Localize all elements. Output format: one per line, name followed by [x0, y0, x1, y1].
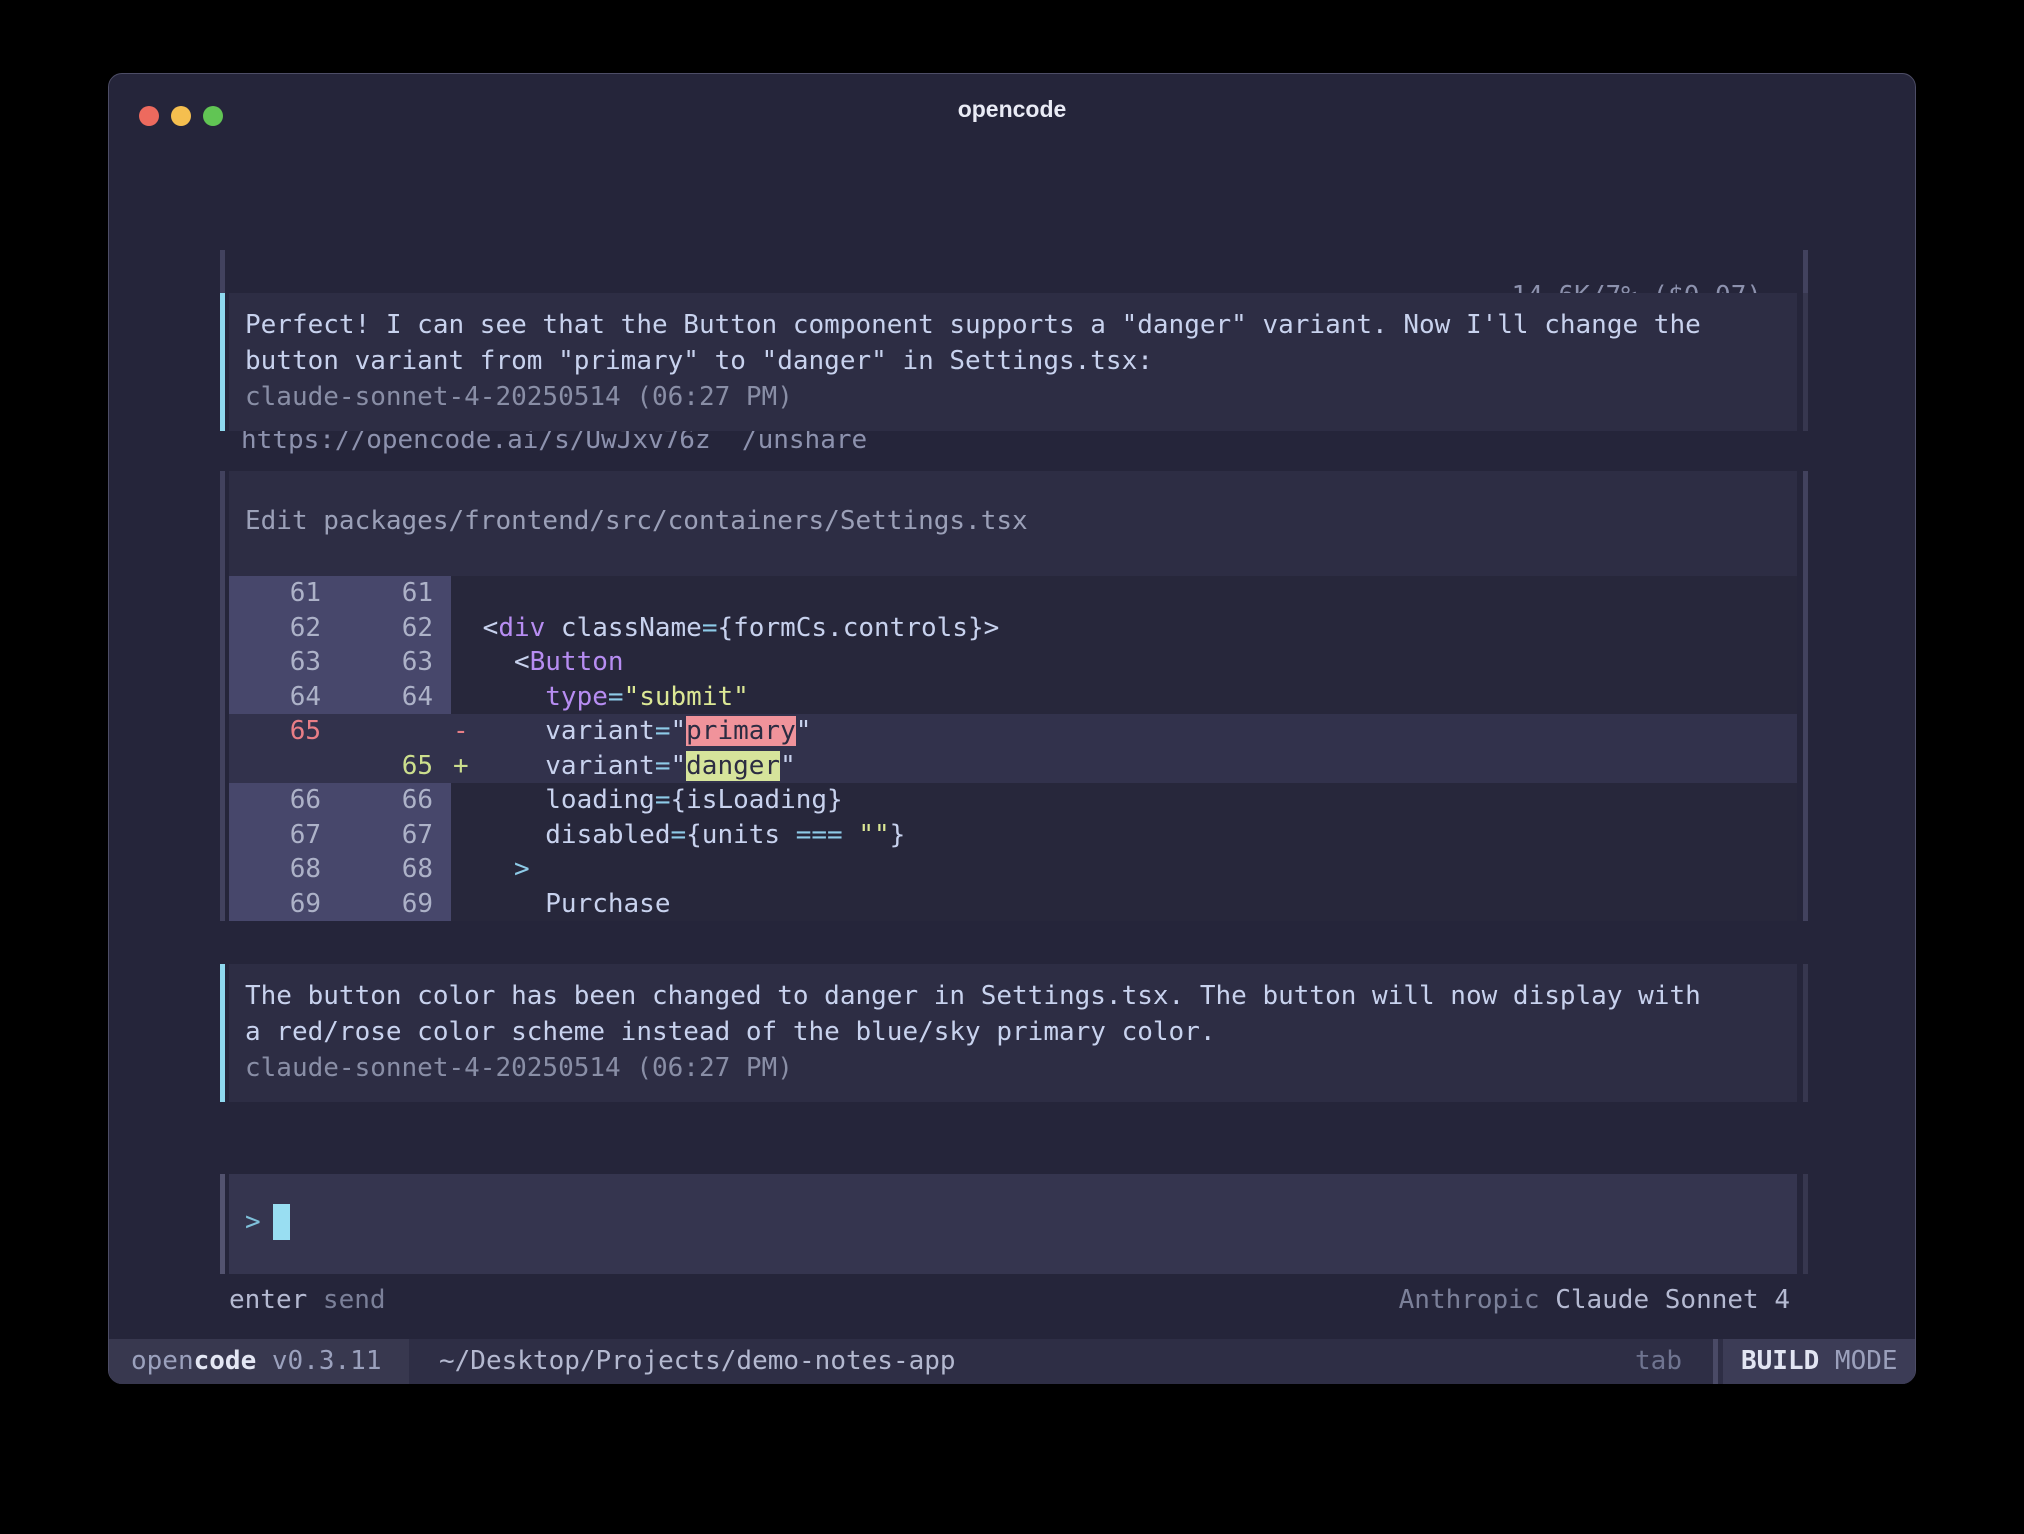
- send-hint: enter send: [229, 1282, 386, 1318]
- prompt-left-border: [220, 1174, 225, 1274]
- text-cursor: [273, 1204, 290, 1240]
- diff-code-line: type="submit": [467, 680, 1797, 715]
- diff-old-line-number: 65: [229, 714, 339, 749]
- diff-new-line-number: 65: [339, 749, 451, 784]
- message-accent-border: [220, 293, 225, 431]
- diff-old-line-number: 62: [229, 611, 339, 646]
- diff-row: 65+ variant="danger": [229, 749, 1797, 784]
- mode-indicator: BUILD MODE: [1723, 1339, 1915, 1384]
- diff-code-line: disabled={units === ""}: [467, 818, 1797, 853]
- diff-change-marker: -: [451, 714, 467, 749]
- tab-key-hint: tab: [1635, 1339, 1682, 1384]
- tool-right-border: [1803, 471, 1808, 921]
- diff-change-marker: [451, 818, 467, 853]
- message-accent-border: [220, 964, 225, 1102]
- prompt-symbol: >: [245, 1204, 261, 1240]
- diff-old-line-number: [229, 749, 339, 784]
- diff-new-line-number: 62: [339, 611, 451, 646]
- diff-row: 6363 <Button: [229, 645, 1797, 680]
- message-right-border: [1803, 964, 1808, 1102]
- diff-row: 6161: [229, 576, 1797, 611]
- diff-old-line-number: 67: [229, 818, 339, 853]
- message-model-meta: claude-sonnet-4-20250514 (06:27 PM): [245, 1050, 1781, 1086]
- diff-new-line-number: 61: [339, 576, 451, 611]
- diff-new-line-number: 68: [339, 852, 451, 887]
- message-line: a red/rose color scheme instead of the b…: [245, 1014, 1781, 1050]
- hints-row: enter send Anthropic Claude Sonnet 4: [229, 1282, 1790, 1318]
- model-indicator: Anthropic Claude Sonnet 4: [1399, 1282, 1790, 1318]
- opencode-terminal-window: opencode # Change button color to danger…: [108, 73, 1916, 1384]
- diff-new-line-number: 64: [339, 680, 451, 715]
- diff-old-line-number: 61: [229, 576, 339, 611]
- diff-old-line-number: 66: [229, 783, 339, 818]
- diff-new-line-number: 66: [339, 783, 451, 818]
- diff-change-marker: [451, 645, 467, 680]
- diff-change-marker: [451, 576, 467, 611]
- diff-old-line-number: 68: [229, 852, 339, 887]
- diff-row: 65 - variant="primary": [229, 714, 1797, 749]
- diff-row: 6262 <div className={formCs.controls}>: [229, 611, 1797, 646]
- assistant-message: Perfect! I can see that the Button compo…: [229, 293, 1797, 431]
- diff-code-line: variant="danger": [467, 749, 1797, 784]
- prompt-right-border: [1803, 1174, 1808, 1274]
- diff-change-marker: [451, 887, 467, 922]
- diff-row: 6767 disabled={units === ""}: [229, 818, 1797, 853]
- diff-rows: 61616262 <div className={formCs.controls…: [229, 576, 1797, 921]
- message-line: The button color has been changed to dan…: [245, 978, 1781, 1014]
- prompt-input[interactable]: >: [229, 1174, 1797, 1274]
- diff-row: 6969 Purchase: [229, 887, 1797, 922]
- diff-change-marker: [451, 783, 467, 818]
- diff-code-line: >: [467, 852, 1797, 887]
- diff-code-line: Purchase: [467, 887, 1797, 922]
- message-right-border: [1803, 293, 1808, 431]
- diff-code-line: loading={isLoading}: [467, 783, 1797, 818]
- diff-old-line-number: 69: [229, 887, 339, 922]
- status-bar: opencode v0.3.11 ~/Desktop/Projects/demo…: [109, 1339, 1915, 1384]
- diff-row: 6868 >: [229, 852, 1797, 887]
- message-line: button variant from "primary" to "danger…: [245, 343, 1781, 379]
- status-divider: [1713, 1339, 1718, 1384]
- diff-new-line-number: 63: [339, 645, 451, 680]
- diff-row: 6666 loading={isLoading}: [229, 783, 1797, 818]
- diff-code-line: <Button: [467, 645, 1797, 680]
- diff-old-line-number: 64: [229, 680, 339, 715]
- diff-change-marker: [451, 852, 467, 887]
- assistant-message: The button color has been changed to dan…: [229, 964, 1797, 1102]
- diff-code-line: <div className={formCs.controls}>: [467, 611, 1797, 646]
- diff-new-line-number: [339, 714, 451, 749]
- app-version-segment: opencode v0.3.11: [109, 1339, 409, 1384]
- diff-code-line: [467, 576, 1797, 611]
- diff-change-marker: [451, 611, 467, 646]
- diff-row: 6464 type="submit": [229, 680, 1797, 715]
- message-model-meta: claude-sonnet-4-20250514 (06:27 PM): [245, 379, 1781, 415]
- working-directory: ~/Desktop/Projects/demo-notes-app: [439, 1339, 956, 1384]
- diff-code-line: variant="primary": [467, 714, 1797, 749]
- diff-new-line-number: 69: [339, 887, 451, 922]
- diff-change-marker: [451, 680, 467, 715]
- diff-old-line-number: 63: [229, 645, 339, 680]
- tool-left-border: [220, 471, 225, 921]
- message-line: Perfect! I can see that the Button compo…: [245, 307, 1781, 343]
- edit-tool-title: Edit packages/frontend/src/containers/Se…: [229, 471, 1797, 539]
- diff-change-marker: +: [451, 749, 467, 784]
- edit-tool-panel: Edit packages/frontend/src/containers/Se…: [229, 471, 1797, 921]
- diff-new-line-number: 67: [339, 818, 451, 853]
- window-title: opencode: [109, 96, 1915, 123]
